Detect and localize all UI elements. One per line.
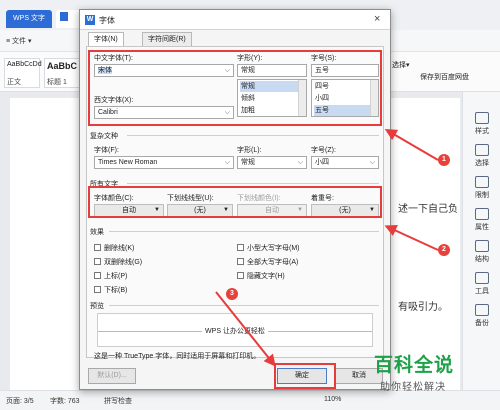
arrow-3: [215, 291, 276, 367]
annotation-arrows: [215, 128, 439, 367]
arrow-2: [384, 225, 439, 251]
annotation-badge-3: 3: [226, 288, 238, 300]
annotation-badge-1: 1: [438, 154, 450, 166]
arrow-1: [384, 128, 439, 161]
annotation-badge-2: 2: [438, 244, 450, 256]
watermark-slogan: 助你轻松解决: [380, 382, 446, 393]
watermark-logo: 百科全说: [374, 355, 455, 376]
